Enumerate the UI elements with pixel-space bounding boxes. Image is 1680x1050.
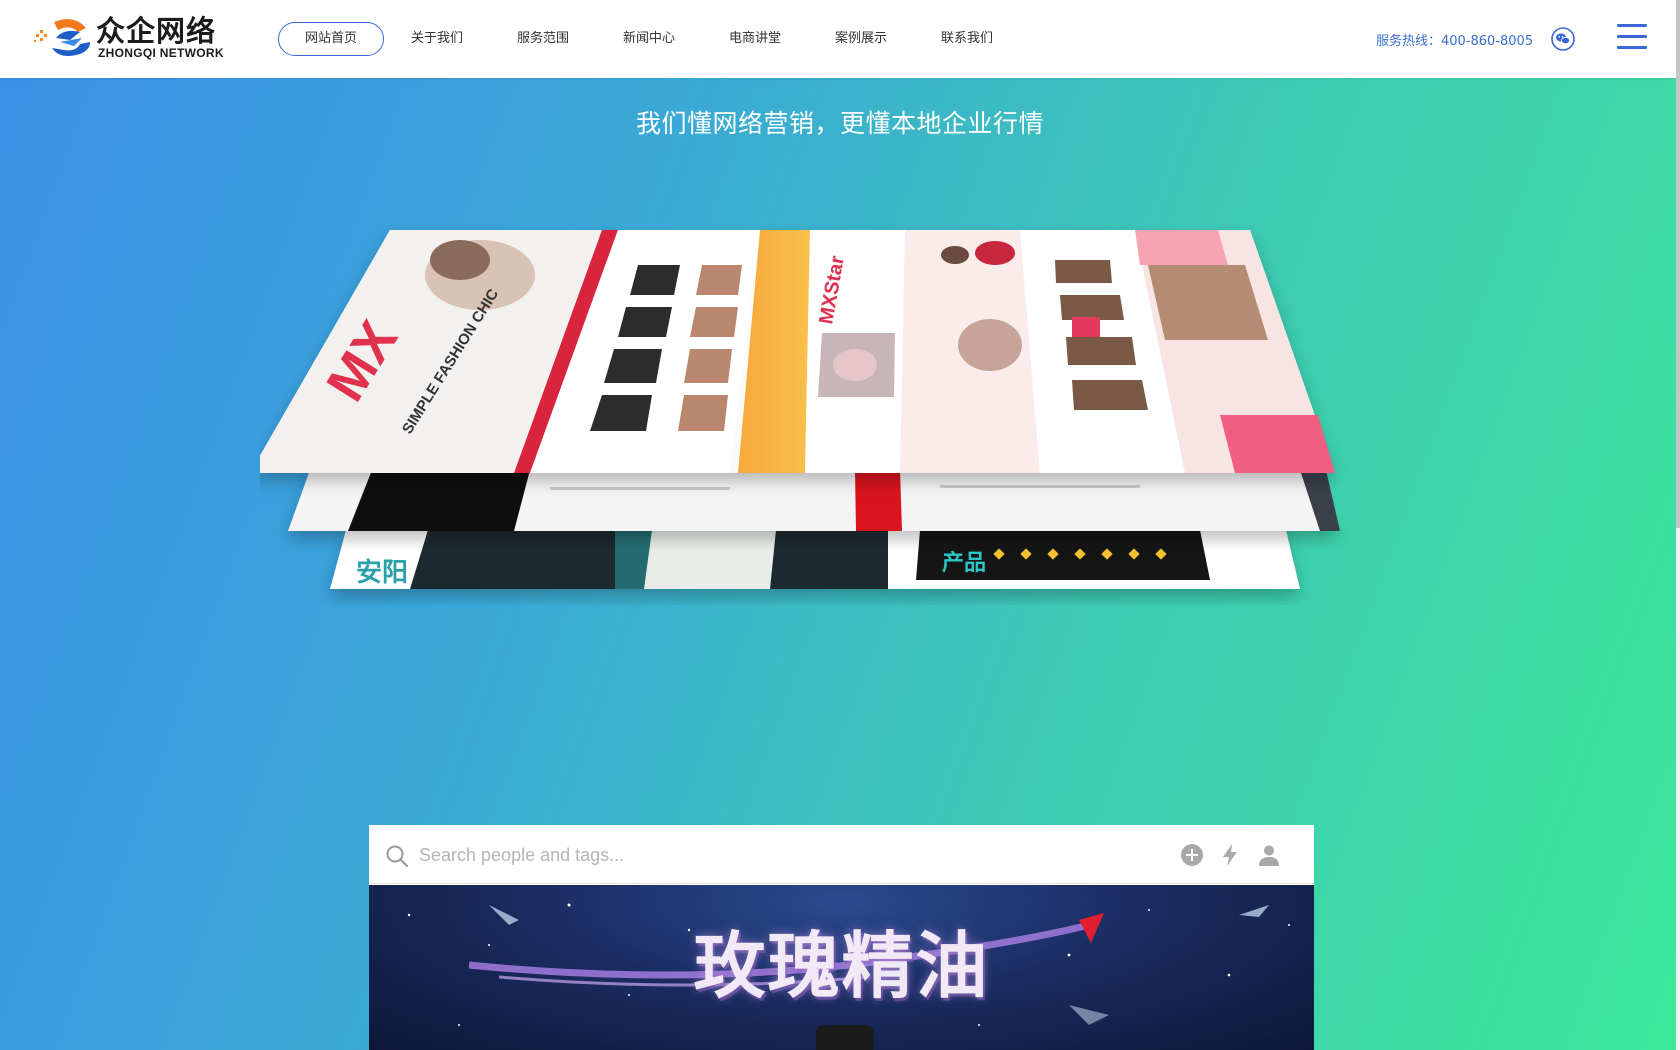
menu-bar [1617,46,1647,49]
brand-logo[interactable]: 众企网络 ZHONGQI NETWORK [34,14,224,64]
logo-mark-icon [34,19,90,56]
user-icon[interactable] [1257,843,1281,867]
website-mockup-stack: 安阳 产品 MX SIMPLE FASHION CHIC MXStar [260,230,1340,589]
brand-name-cn: 众企网络 [96,14,217,48]
hero-title: 我们懂网络营销，更懂本地企业行情 [635,109,1044,138]
mockup-brand-tag: 安阳 [356,558,408,588]
nav-item-ecommerce-class[interactable]: 电商讲堂 [702,22,808,56]
search-input[interactable] [419,839,1119,871]
scrollbar-thumb[interactable] [1676,0,1680,528]
search-icon [386,845,409,868]
nav-item-home[interactable]: 网站首页 [278,22,384,56]
hamburger-menu-button[interactable] [1617,24,1647,52]
mockup-product-tag: 产品 [942,551,986,576]
brand-name-en: ZHONGQI NETWORK [98,46,224,60]
wechat-icon[interactable] [1551,27,1575,51]
lightning-icon[interactable] [1218,843,1242,867]
nav-item-about[interactable]: 关于我们 [384,22,490,56]
add-circle-icon[interactable] [1180,843,1204,867]
nav-item-cases[interactable]: 案例展示 [808,22,914,56]
main-nav: 网站首页 关于我们 服务范围 新闻中心 电商讲堂 案例展示 联系我们 [278,22,1020,56]
banner-title: 玫瑰精油 [693,924,990,1008]
nav-item-services[interactable]: 服务范围 [490,22,596,56]
site-header: 众企网络 ZHONGQI NETWORK 网站首页 关于我们 服务范围 新闻中心… [0,0,1680,78]
hotline-text: 服务热线：400-860-8005 [1376,34,1534,49]
content-panel: 玫瑰精油 [369,825,1314,1050]
search-bar [369,825,1314,884]
menu-bar [1617,35,1647,38]
menu-bar [1617,24,1647,27]
product-banner[interactable]: 玫瑰精油 [369,885,1314,1050]
nav-item-contact[interactable]: 联系我们 [914,22,1020,56]
nav-item-news[interactable]: 新闻中心 [596,22,702,56]
